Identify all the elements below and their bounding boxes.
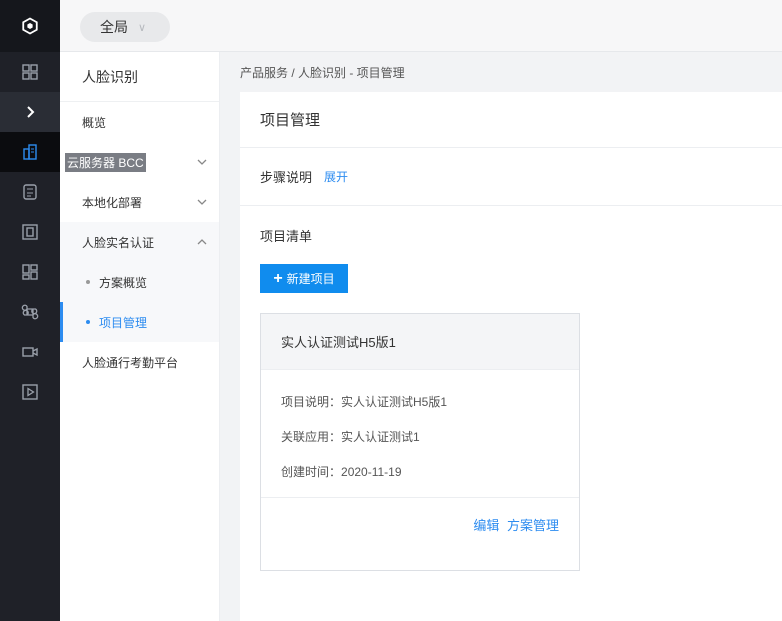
bullet-icon — [86, 280, 90, 284]
project-details: 项目说明： 实人认证测试H5版1 关联应用： 实人认证测试1 创建时间： 202… — [261, 370, 579, 498]
chevron-down-icon — [197, 156, 207, 170]
steps-section: 步骤说明 展开 — [240, 148, 782, 206]
sidebar-item-realname-auth[interactable]: 人脸实名认证 — [60, 222, 219, 262]
icon-rail — [0, 0, 60, 621]
expand-icon[interactable] — [0, 92, 60, 132]
breadcrumb: 产品服务 / 人脸识别 - 项目管理 — [240, 65, 405, 80]
device-icon[interactable] — [0, 212, 60, 252]
project-app-label: 关联应用： — [281, 430, 342, 444]
project-created-value: 2020-11-19 — [341, 464, 402, 479]
sidebar-item-label: 人脸通行考勤平台 — [82, 355, 179, 370]
top-bar: 全局 ∨ — [60, 0, 782, 52]
chevron-down-icon: ∨ — [138, 21, 147, 34]
sidebar-item-bcc[interactable]: 云服务器 BCC — [60, 142, 219, 182]
steps-expand-link[interactable]: 展开 — [324, 168, 348, 185]
bullet-icon — [86, 320, 90, 324]
sidebar-item-attendance-platform[interactable]: 人脸通行考勤平台 — [60, 342, 219, 382]
plus-icon: + — [273, 269, 283, 287]
project-app-value: 实人认证测试1 — [341, 430, 420, 444]
project-created-row: 创建时间： 2020-11-19 — [281, 454, 559, 489]
scope-selector[interactable]: 全局 ∨ — [80, 12, 170, 42]
page-title: 项目管理 — [240, 92, 782, 148]
sidebar-item-label: 人脸实名认证 — [82, 235, 155, 250]
project-created-label: 创建时间： — [281, 465, 342, 479]
project-name: 实人认证测试H5版1 — [261, 314, 579, 370]
steps-label: 步骤说明 — [260, 170, 313, 185]
edit-link[interactable]: 编辑 — [473, 518, 499, 533]
new-project-label: 新建项目 — [286, 272, 335, 286]
chevron-down-icon — [197, 196, 207, 210]
chevron-up-icon — [197, 236, 207, 250]
sidebar-title: 人脸识别 — [60, 52, 219, 102]
command-icon[interactable] — [0, 292, 60, 332]
sidebar-item-project-management[interactable]: 项目管理 — [60, 302, 219, 342]
main-content: 产品服务 / 人脸识别 - 项目管理 项目管理 步骤说明 展开 项目清单 + 新… — [220, 52, 782, 621]
building-icon[interactable] — [0, 132, 60, 172]
sidebar-item-label: 本地化部署 — [82, 195, 143, 210]
play-icon[interactable] — [0, 372, 60, 412]
solution-manage-link[interactable]: 方案管理 — [507, 518, 559, 533]
sidebar-item-label: 项目管理 — [99, 315, 148, 330]
project-actions: 编辑 方案管理 — [469, 515, 559, 534]
project-desc-row: 项目说明： 实人认证测试H5版1 — [281, 384, 559, 419]
apps-icon[interactable] — [0, 252, 60, 292]
project-app-row: 关联应用： 实人认证测试1 — [281, 419, 559, 454]
sidebar-item-label: 云服务器 BCC — [65, 152, 146, 172]
project-desc-label: 项目说明： — [281, 395, 342, 409]
product-sidebar: 人脸识别 概览 云服务器 BCC 本地化部署 人脸实名认证 方案概览 项目管理 … — [60, 52, 220, 621]
project-desc-value: 实人认证测试H5版1 — [341, 395, 448, 409]
content-card: 项目管理 步骤说明 展开 项目清单 + 新建项目 实人认证测试H5版1 项目说明… — [240, 92, 782, 621]
calculator-icon[interactable] — [0, 172, 60, 212]
project-list-title: 项目清单 — [260, 229, 313, 244]
scope-label: 全局 — [100, 19, 128, 35]
project-card: 实人认证测试H5版1 项目说明： 实人认证测试H5版1 关联应用： 实人认证测试… — [260, 313, 580, 571]
video-icon[interactable] — [0, 332, 60, 372]
sidebar-item-solution-overview[interactable]: 方案概览 — [60, 262, 219, 302]
sidebar-item-label: 方案概览 — [99, 275, 148, 290]
new-project-button[interactable]: + 新建项目 — [260, 264, 348, 293]
grid-icon[interactable] — [0, 52, 60, 92]
sidebar-item-overview[interactable]: 概览 — [60, 102, 219, 142]
sidebar-item-local-deploy[interactable]: 本地化部署 — [60, 182, 219, 222]
logo-icon[interactable] — [0, 0, 60, 52]
sidebar-item-label: 概览 — [82, 115, 107, 130]
